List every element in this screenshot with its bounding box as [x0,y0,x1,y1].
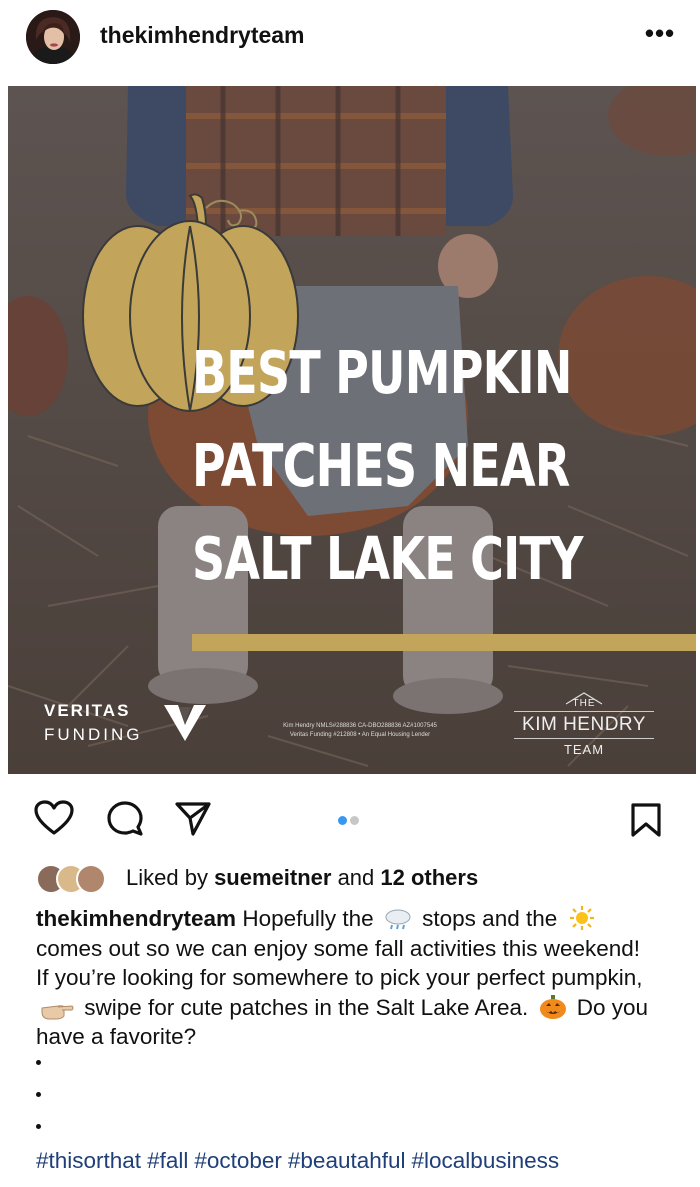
caption-text-2: stops and the [415,906,564,931]
team-name-text: KIM HENDRY [514,711,654,739]
more-options-icon[interactable]: ••• [640,20,680,52]
headline-line-3: SALT LAKE CITY [192,524,583,593]
likes-middle: and [331,865,381,890]
kim-hendry-team-logo: THE KIM HENDRY TEAM [514,691,654,757]
hashtag-list: #thisorthat #fall #october #beautahful #loca… [36,1148,565,1174]
veritas-funding-logo: VERITAS FUNDING [44,701,206,745]
carousel-dot-active [338,816,347,825]
carousel-dot [350,816,359,825]
likers-avatars [36,864,118,894]
likes-text: Liked by suemeitner and 12 others [126,865,478,891]
hashtag-link[interactable]: #fall [147,1148,188,1173]
funding-wordmark: FUNDING [44,725,143,744]
username[interactable]: thekimhendryteam [100,22,305,49]
caption-text-3: comes out so we can enjoy some fall acti… [36,935,643,991]
headline-line-1: BEST PUMPKIN [192,338,572,407]
sun-icon [569,906,594,930]
fineprint-line-1: Kim Hendry NMLS#288836 CA-DBO288836 AZ#1… [283,723,437,729]
licensing-fineprint: Kim Hendry NMLS#288836 CA-DBO288836 AZ#1… [260,722,460,740]
hashtag-link[interactable]: #thisorthat [36,1148,141,1173]
veritas-v-icon [164,705,206,741]
pointing-hand-icon [41,1004,74,1019]
team-word-text: TEAM [563,742,605,757]
likes-summary[interactable]: Liked by suemeitner and 12 others [36,862,676,894]
comment-bubble-icon[interactable] [106,800,144,838]
post-caption: thekimhendryteam Hopefully the stops and… [36,904,656,1052]
caption-text-4: swipe for cute patches in the Salt Lake … [78,994,535,1020]
likes-prefix: Liked by [126,865,215,890]
liker-username[interactable]: suemeitner [214,865,331,890]
accent-bar [192,634,696,651]
headline-line-2: PATCHES NEAR [192,431,570,500]
carousel-indicator [338,812,362,830]
save-bookmark-icon[interactable] [630,802,662,838]
spacer-dot [36,1092,41,1097]
profile-avatar[interactable] [26,10,80,64]
spacer-dot [36,1060,41,1065]
rain-cloud-icon [385,909,411,930]
hashtag-link[interactable]: #october [194,1148,282,1173]
like-heart-icon[interactable] [34,800,74,836]
post-headline: BEST PUMPKIN PATCHES NEAR SALT LAKE CITY [192,326,583,605]
liker-avatar [76,864,106,894]
share-paper-plane-icon[interactable] [174,801,212,837]
jack-o-lantern-icon [539,994,566,1019]
hashtag-link[interactable]: #localbusiness [412,1148,560,1173]
fineprint-line-2: Veritas Funding #212808 • An Equal Housi… [289,732,431,738]
caption-username[interactable]: thekimhendryteam [36,906,236,931]
likes-others-count[interactable]: 12 others [380,865,478,890]
team-the-text: THE [572,698,596,709]
caption-text-1: Hopefully the [236,906,380,931]
veritas-wordmark: VERITAS [44,701,131,720]
post-image[interactable]: BEST PUMPKIN PATCHES NEAR SALT LAKE CITY… [8,86,696,774]
post-header: thekimhendryteam ••• [0,0,700,82]
caption-spacer-dots [36,1060,41,1156]
hashtag-link[interactable]: #beautahful [288,1148,406,1173]
spacer-dot [36,1124,41,1129]
